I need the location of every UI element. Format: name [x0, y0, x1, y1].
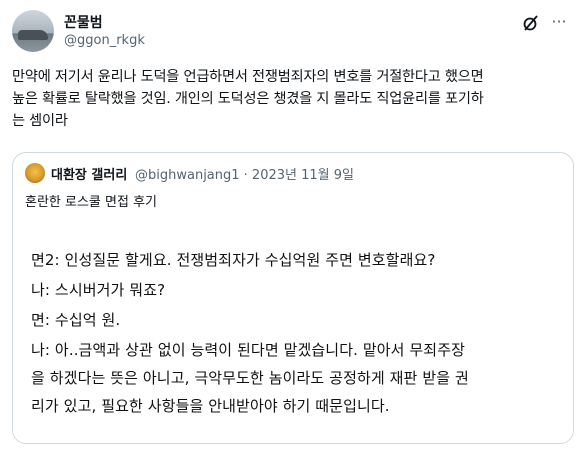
image-line: 을 하겠다는 뜻은 아니고, 극악무도한 놈이라도 공정하게 재판 받을 권	[31, 369, 469, 387]
quote-author-name[interactable]: 대환장 갤러리	[51, 164, 127, 183]
quote-text: 혼란한 로스쿨 면접 후기	[25, 195, 157, 210]
author-name[interactable]: 꼰물범	[64, 12, 103, 32]
image-line: 나: 아..금액과 상관 없이 능력이 된다면 맡겠습니다. 맡아서 무죄주장	[31, 341, 466, 359]
quote-avatar[interactable]	[25, 163, 45, 183]
quote-meta: @bighwanjang1 · 2023년 11월 9일	[135, 168, 354, 183]
grok-icon[interactable]	[522, 14, 540, 32]
image-line: 나: 스시버거가 뭐죠?	[31, 281, 166, 299]
avatar-car-image	[18, 30, 48, 40]
tweet-header: 꼰물범 @ggon_rkgk ···	[12, 10, 570, 54]
image-line: 면2: 인성질문 할게요. 전쟁범죄자가 수십억원 주면 변호할래요?	[31, 251, 436, 269]
more-icon[interactable]: ···	[550, 14, 568, 32]
tweet-text: 만약에 저기서 윤리나 도덕을 언급하면서 전쟁범죄자의 변호를 거절한다고 했…	[12, 69, 484, 129]
avatar[interactable]	[12, 10, 54, 52]
author-handle[interactable]: @ggon_rkgk	[64, 33, 145, 48]
image-line: 면: 수십억 원.	[31, 311, 121, 329]
quote-image[interactable]: 면2: 인성질문 할게요. 전쟁범죄자가 수십억원 주면 변호할래요? 나: 스…	[13, 219, 573, 443]
image-line: 리가 있고, 필요한 사항들을 안내받아야 하기 때문입니다.	[31, 397, 390, 415]
quoted-tweet[interactable]: 대환장 갤러리 @bighwanjang1 · 2023년 11월 9일 혼란한…	[12, 152, 574, 444]
